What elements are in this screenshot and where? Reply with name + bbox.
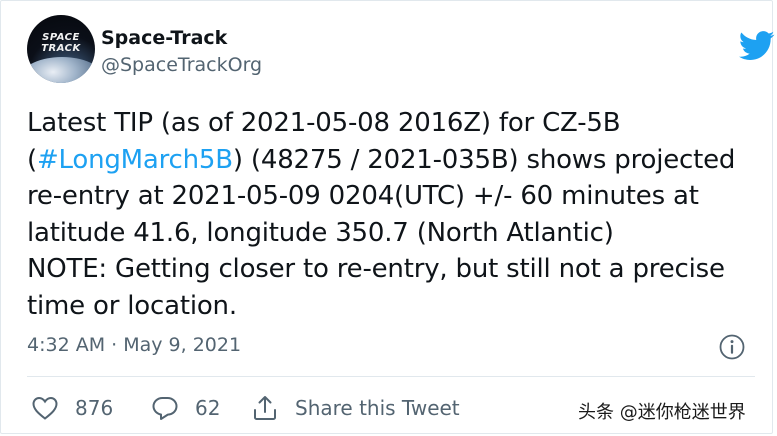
tweet-card: SPACE TRACK Space-Track @SpaceTrackOrg L… <box>0 0 775 434</box>
tweet-line-4: latitude 41.6, longitude 350.7 (North At… <box>27 217 614 248</box>
account-handle[interactable]: @SpaceTrackOrg <box>101 54 262 76</box>
avatar[interactable]: SPACE TRACK <box>27 15 95 83</box>
divider <box>27 376 755 377</box>
avatar-logo-line-2: TRACK <box>41 43 81 54</box>
tweet-text: Latest TIP (as of 2021-05-08 2016Z) for … <box>27 105 772 324</box>
tweet-line-1: Latest TIP (as of 2021-05-08 2016Z) for … <box>27 108 621 138</box>
info-icon[interactable] <box>718 333 746 361</box>
tweet-line-2: (#LongMarch5B) (48275 / 2021-035B) shows… <box>27 142 772 179</box>
paren-open: ( <box>27 144 37 175</box>
like-count: 876 <box>75 396 114 420</box>
share-icon <box>254 396 276 420</box>
twitter-bird-icon[interactable] <box>739 31 775 61</box>
tweet-line-2-rest: ) (48275 / 2021-035B) shows projected <box>232 144 736 175</box>
tweet-timestamp[interactable]: 4:32 AM · May 9, 2021 <box>27 334 241 356</box>
reply-button[interactable]: 62 <box>151 392 220 424</box>
tweet-line-3: re-entry at 2021-05-09 0204(UTC) +/- 60 … <box>27 181 699 211</box>
reply-count: 62 <box>195 396 221 420</box>
share-button[interactable]: Share this Tweet <box>251 392 460 424</box>
avatar-earth-graphic <box>27 57 95 83</box>
reply-bubble-icon <box>152 397 178 420</box>
account-name[interactable]: Space-Track <box>101 27 227 49</box>
hashtag-link[interactable]: #LongMarch5B <box>37 145 233 175</box>
tweet-header: SPACE TRACK Space-Track @SpaceTrackOrg <box>27 15 775 85</box>
avatar-logo-line-1: SPACE <box>42 32 80 43</box>
tweet-line-6: time or location. <box>27 290 237 321</box>
tweet-line-5: NOTE: Getting closer to re-entry, but st… <box>27 254 725 284</box>
heart-icon <box>32 396 58 420</box>
like-button[interactable]: 876 <box>31 392 113 424</box>
watermark: 头条 @迷你枪迷世界 <box>578 402 746 423</box>
share-label: Share this Tweet <box>295 396 460 420</box>
